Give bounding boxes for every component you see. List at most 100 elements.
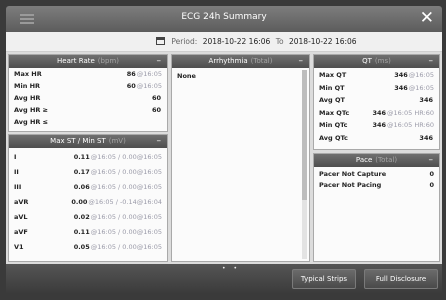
minimize-icon[interactable]: – <box>157 135 162 148</box>
row-value-number: 0 <box>429 170 434 178</box>
st-title: Max ST / Min ST <box>50 137 106 145</box>
list-item: Avg HR ≤ <box>9 117 167 129</box>
row-value: 0.06@16:05 / 0.00@16:05 <box>74 183 162 191</box>
list-item: Max QT 346@16:05 <box>314 70 439 83</box>
row-value-number: 346 <box>419 133 433 142</box>
row-value-number: 0.00 <box>71 198 88 206</box>
row-value: 0.00@16:05 / -0.14@16:04 <box>71 198 162 206</box>
list-item: Max QTc 346@16:05 HR:60 <box>314 108 439 121</box>
period-label: Period: <box>171 37 198 46</box>
pace-title: Pace <box>355 156 373 164</box>
row-label: aVR <box>14 198 29 206</box>
heart-rate-header: Heart Rate (bpm) – <box>9 55 167 68</box>
list-item: Min QT 346@16:05 <box>314 83 439 96</box>
row-value: 86@16:05 <box>127 70 162 78</box>
row-value: 0.02@16:05 / 0.00@16:05 <box>74 213 162 221</box>
row-value: 346@16:05 HR:60 <box>372 109 434 117</box>
row-value-unit: @16:05 / 0.00@16:05 <box>90 183 162 191</box>
row-value <box>161 118 162 126</box>
summary-area: Heart Rate (bpm) – Max HR 86@16:05 Min HR 60… <box>6 52 442 264</box>
row-value-unit: @16:05 HR:60 <box>387 121 434 129</box>
list-item: Avg HR ≥ 60 <box>9 105 167 117</box>
row-value: 0 <box>429 181 434 189</box>
row-label: I <box>14 153 17 161</box>
row-label: Max QTc <box>319 108 350 117</box>
row-value-unit: @16:05 / 0.00@16:05 <box>90 243 162 251</box>
list-item: aVL 0.02@16:05 / 0.00@16:05 <box>9 212 167 227</box>
row-value: 346 <box>419 134 434 142</box>
row-label: V1 <box>14 243 24 251</box>
list-item: V1 0.05@16:05 / 0.00@16:05 <box>9 242 167 257</box>
row-label: II <box>14 168 19 176</box>
row-value-number: 346 <box>372 121 387 129</box>
row-value-number: 0.11 <box>73 153 90 161</box>
list-item: Avg QTc 346 <box>314 133 439 146</box>
row-value-number: 0.02 <box>73 213 90 221</box>
period-to-label: To <box>275 37 284 46</box>
list-item: None <box>172 71 309 83</box>
arrhythmia-scrollbar[interactable] <box>302 70 307 259</box>
row-label: Pacer Not Capture <box>319 170 387 178</box>
window-title: ECG 24h Summary <box>181 12 267 22</box>
row-value-number: 86 <box>126 70 136 78</box>
list-item: III 0.06@16:05 / 0.00@16:05 <box>9 182 167 197</box>
row-value-unit: @16:05 / 0.00@16:05 <box>90 153 162 161</box>
period-end[interactable]: 2018-10-22 16:06 <box>289 37 357 46</box>
row-label: Avg HR ≥ <box>14 106 49 114</box>
heart-rate-panel: Heart Rate (bpm) – Max HR 86@16:05 Min HR 60… <box>8 54 168 132</box>
row-value: 60@16:05 <box>127 82 162 90</box>
row-value-number: 0.06 <box>73 183 90 191</box>
row-value: 0.17@16:05 / 0.00@16:05 <box>74 168 162 176</box>
row-value: 0.11@16:05 / 0.00@16:05 <box>74 228 162 236</box>
row-value-unit: @16:05 <box>136 82 162 90</box>
list-item: I 0.11@16:05 / 0.00@16:05 <box>9 152 167 167</box>
typical-strips-button[interactable]: Typical Strips <box>292 269 356 289</box>
row-value-unit: @16:05 <box>408 83 434 92</box>
list-item: aVF 0.11@16:05 / 0.00@16:05 <box>9 227 167 242</box>
list-item: Pacer Not Pacing 0 <box>314 180 439 191</box>
row-label: Min QT <box>319 83 345 92</box>
minimize-icon[interactable]: – <box>299 55 304 68</box>
st-header: Max ST / Min ST (mV) – <box>9 135 167 148</box>
row-label: aVF <box>14 228 28 236</box>
row-label: Avg HR ≤ <box>14 118 49 126</box>
list-item: Min QTc 346@16:05 HR:60 <box>314 120 439 133</box>
row-label: Min QTc <box>319 121 348 129</box>
list-item: Min HR 60@16:05 <box>9 81 167 93</box>
row-value: 0.11@16:05 / 0.00@16:05 <box>74 153 162 161</box>
list-item: Avg HR 60 <box>9 93 167 105</box>
qt-header: QT (ms) – <box>314 55 439 68</box>
row-value-unit: @16:05 / 0.00@16:05 <box>90 228 162 236</box>
row-value-unit: @16:05 HR:60 <box>387 108 434 117</box>
minimize-icon[interactable]: – <box>429 154 434 167</box>
row-label: Avg HR <box>14 94 41 102</box>
qt-title: QT <box>362 57 372 65</box>
row-value-unit: @16:05 / 0.00@16:05 <box>90 168 162 176</box>
period-start[interactable]: 2018-10-22 16:06 <box>203 37 271 46</box>
row-value: 0.05@16:05 / 0.00@16:05 <box>74 243 162 251</box>
st-unit: (mV) <box>108 137 126 145</box>
heart-rate-title: Heart Rate <box>57 57 95 65</box>
row-label: Max HR <box>14 70 42 78</box>
minimize-icon[interactable]: – <box>157 55 162 68</box>
qt-panel: QT (ms) – Max QT 346@16:05 Min QT 346@16:05 A… <box>313 54 440 150</box>
arrhythmia-title: Arrhythmia <box>208 57 248 65</box>
list-item: aVR 0.00@16:05 / -0.14@16:04 <box>9 197 167 212</box>
heart-rate-unit: (bpm) <box>97 57 119 65</box>
row-value-number: 0.11 <box>73 228 90 236</box>
scrollbar-thumb[interactable] <box>302 70 307 200</box>
calendar-icon[interactable] <box>156 37 165 45</box>
row-value-number: 60 <box>126 82 136 90</box>
full-disclosure-button[interactable]: Full Disclosure <box>364 269 438 289</box>
pace-unit: (Total) <box>375 156 398 164</box>
minimize-icon[interactable]: – <box>429 55 434 68</box>
close-icon[interactable]: ✕ <box>420 9 434 27</box>
row-value: 346@16:05 <box>394 84 434 92</box>
row-label: Min HR <box>14 82 41 90</box>
bottom-bar: • • Typical Strips Full Disclosure <box>6 264 442 294</box>
row-value-number: 0.17 <box>73 168 90 176</box>
row-value: 346@16:05 <box>394 71 434 79</box>
row-label: Max QT <box>319 71 347 79</box>
row-value: 60 <box>152 106 162 114</box>
list-item: Max HR 86@16:05 <box>9 69 167 81</box>
